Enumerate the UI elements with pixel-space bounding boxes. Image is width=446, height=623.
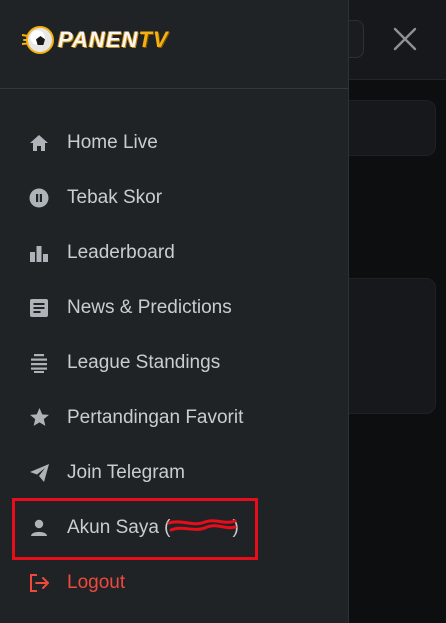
list-lines-icon <box>28 352 50 374</box>
logout-icon <box>28 572 50 594</box>
logo-text: PANENTV <box>58 27 169 52</box>
bar-chart-icon <box>28 242 50 264</box>
menu-item-logout[interactable]: Logout <box>0 555 349 610</box>
menu-item-home-live[interactable]: Home Live <box>0 115 349 170</box>
menu-item-pertandingan-favorit[interactable]: Pertandingan Favorit <box>0 390 349 445</box>
highlight-box <box>12 498 258 560</box>
article-icon <box>28 297 50 319</box>
menu-item-league-standings[interactable]: League Standings <box>0 335 349 390</box>
menu-item-leaderboard[interactable]: Leaderboard <box>0 225 349 280</box>
menu-item-label: News & Predictions <box>67 296 232 318</box>
close-button[interactable] <box>384 18 426 60</box>
app-screen: PANENTV Home Live Tebak Skor Leaderboard… <box>0 0 446 623</box>
close-icon <box>393 27 417 51</box>
pause-circle-icon <box>28 187 50 209</box>
drawer-header: PANENTV <box>0 0 348 89</box>
send-icon <box>28 462 50 484</box>
menu-item-label: Join Telegram <box>67 461 185 483</box>
home-icon <box>28 132 50 154</box>
menu-item-news-predictions[interactable]: News & Predictions <box>0 280 349 335</box>
menu-item-label: Logout <box>67 571 126 593</box>
menu-item-label: Pertandingan Favorit <box>67 406 244 428</box>
app-logo[interactable]: PANENTV <box>22 26 169 54</box>
menu-item-label: League Standings <box>67 351 221 373</box>
menu-item-tebak-skor[interactable]: Tebak Skor <box>0 170 349 225</box>
menu-item-label: Leaderboard <box>67 241 175 263</box>
menu-item-label: Tebak Skor <box>67 186 163 208</box>
menu-item-label: Home Live <box>67 131 158 153</box>
soccer-ball-icon <box>26 26 54 54</box>
menu-item-join-telegram[interactable]: Join Telegram <box>0 445 349 500</box>
star-icon <box>28 407 50 429</box>
side-drawer: PANENTV Home Live Tebak Skor Leaderboard… <box>0 0 349 623</box>
